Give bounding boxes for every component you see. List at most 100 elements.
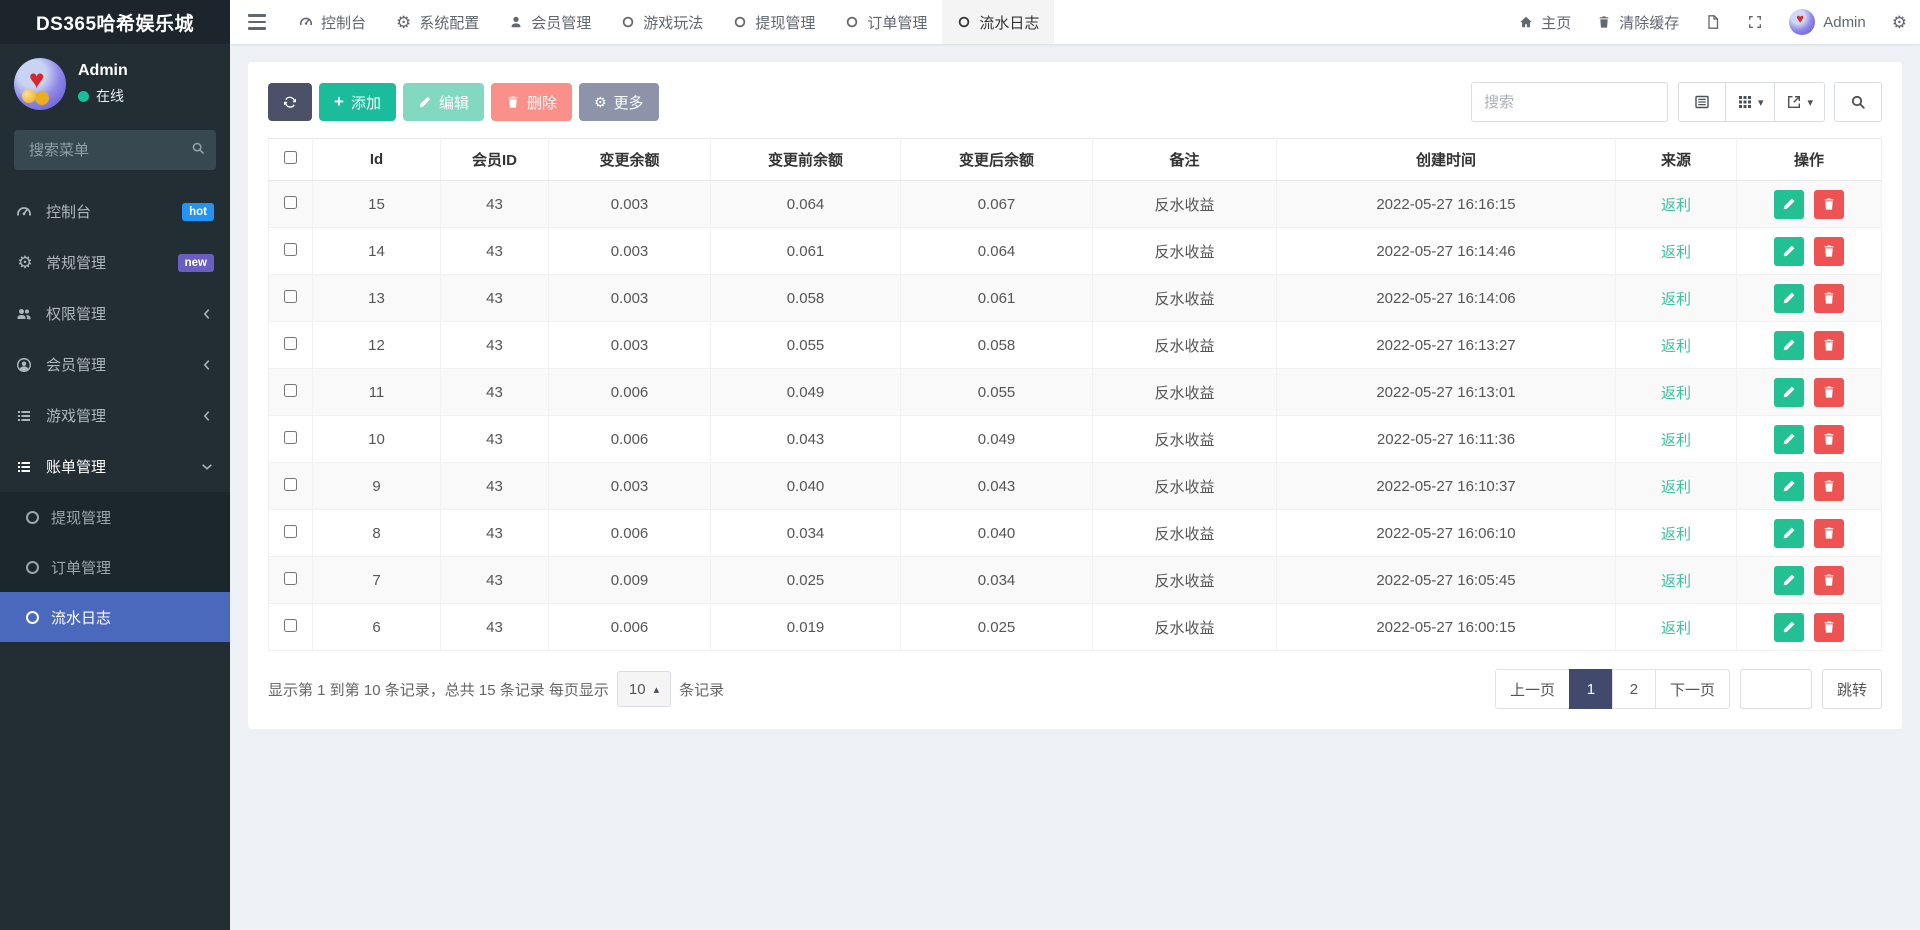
page-number[interactable]: 1 (1569, 669, 1613, 709)
edit-button[interactable]: 编辑 (403, 83, 484, 121)
row-checkbox-cell (269, 181, 313, 228)
row-edit-button[interactable] (1774, 425, 1804, 454)
columns-button[interactable]: ▾ (1725, 82, 1776, 122)
row-delete-button[interactable] (1814, 425, 1844, 454)
source-link[interactable]: 返利 (1661, 385, 1691, 402)
cell-created-at: 2022-05-27 16:16:15 (1277, 181, 1616, 228)
sidebar-item-orders[interactable]: 订单管理 (0, 542, 230, 592)
row-edit-button[interactable] (1774, 190, 1804, 219)
menu-search-input[interactable] (14, 130, 216, 170)
cell-actions (1737, 181, 1882, 228)
row-checkbox[interactable] (284, 290, 297, 303)
tab-dashboard[interactable]: 控制台 (284, 0, 381, 44)
cell-id: 13 (313, 275, 441, 322)
sidebar-item-permissions[interactable]: 权限管理 (0, 288, 230, 339)
row-delete-button[interactable] (1814, 472, 1844, 501)
row-checkbox[interactable] (284, 431, 297, 444)
hamburger-menu-icon[interactable] (230, 0, 284, 44)
sidebar-item-bills[interactable]: 账单管理 (0, 441, 230, 492)
source-link[interactable]: 返利 (1661, 479, 1691, 496)
source-link[interactable]: 返利 (1661, 620, 1691, 637)
user-icon (509, 15, 523, 29)
jump-button[interactable]: 跳转 (1822, 669, 1882, 709)
clear-cache-button[interactable]: 清除缓存 (1584, 0, 1692, 44)
cell-change-amount: 0.003 (549, 463, 711, 510)
source-link[interactable]: 返利 (1661, 526, 1691, 543)
row-delete-button[interactable] (1814, 378, 1844, 407)
row-edit-button[interactable] (1774, 613, 1804, 642)
sidebar-item-members[interactable]: 会员管理 (0, 339, 230, 390)
row-edit-button[interactable] (1774, 378, 1804, 407)
fullscreen-icon[interactable] (1734, 0, 1776, 44)
table-search-input[interactable] (1471, 82, 1668, 122)
row-delete-button[interactable] (1814, 613, 1844, 642)
row-delete-button[interactable] (1814, 519, 1844, 548)
delete-button[interactable]: 删除 (491, 83, 572, 121)
search-submit-button[interactable] (1834, 82, 1882, 122)
refresh-button[interactable] (268, 83, 312, 121)
cell-remark: 反水收益 (1093, 275, 1277, 322)
row-edit-button[interactable] (1774, 472, 1804, 501)
row-checkbox[interactable] (284, 572, 297, 585)
page-size-select[interactable]: 10 ▴ (617, 671, 671, 707)
user-menu[interactable]: Admin (1776, 0, 1879, 44)
sidebar-item-dashboard[interactable]: 控制台 hot (0, 186, 230, 237)
cell-source: 返利 (1616, 557, 1737, 604)
source-link[interactable]: 返利 (1661, 244, 1691, 261)
row-delete-button[interactable] (1814, 284, 1844, 313)
cell-actions (1737, 228, 1882, 275)
row-checkbox[interactable] (284, 478, 297, 491)
row-checkbox[interactable] (284, 196, 297, 209)
row-delete-button[interactable] (1814, 331, 1844, 360)
row-delete-button[interactable] (1814, 566, 1844, 595)
row-edit-button[interactable] (1774, 519, 1804, 548)
toolbar: + 添加 编辑 删除 ⚙ 更多 (268, 82, 1882, 122)
row-edit-button[interactable] (1774, 566, 1804, 595)
row-checkbox[interactable] (284, 525, 297, 538)
cell-source: 返利 (1616, 463, 1737, 510)
detail-view-button[interactable] (1678, 82, 1726, 122)
cell-id: 15 (313, 181, 441, 228)
tab-system-config[interactable]: ⚙ 系统配置 (381, 0, 494, 44)
export-button[interactable]: ▾ (1774, 82, 1825, 122)
sidebar-item-withdrawals[interactable]: 提现管理 (0, 492, 230, 542)
sidebar-item-flow-log[interactable]: 流水日志 (0, 592, 230, 642)
row-edit-button[interactable] (1774, 331, 1804, 360)
source-link[interactable]: 返利 (1661, 432, 1691, 449)
jump-page-input[interactable] (1740, 669, 1812, 709)
add-button[interactable]: + 添加 (319, 83, 396, 121)
sidebar-submenu: 提现管理 订单管理 流水日志 (0, 492, 230, 642)
tab-members[interactable]: 会员管理 (494, 0, 606, 44)
table-row: 13 43 0.003 0.058 0.061 反水收益 2022-05-27 … (269, 275, 1882, 322)
source-link[interactable]: 返利 (1661, 197, 1691, 214)
home-button[interactable]: 主页 (1506, 0, 1584, 44)
row-checkbox[interactable] (284, 337, 297, 350)
select-all-checkbox[interactable] (284, 151, 297, 164)
row-checkbox[interactable] (284, 243, 297, 256)
source-link[interactable]: 返利 (1661, 338, 1691, 355)
page-number[interactable]: 2 (1612, 669, 1656, 709)
tab-game-play[interactable]: 游戏玩法 (606, 0, 718, 44)
row-delete-button[interactable] (1814, 237, 1844, 266)
settings-cogs-icon[interactable]: ⚙ (1879, 0, 1920, 44)
row-checkbox[interactable] (284, 384, 297, 397)
app-logo[interactable]: DS365哈希娱乐城 (0, 0, 230, 44)
document-icon[interactable] (1692, 0, 1734, 44)
source-link[interactable]: 返利 (1661, 291, 1691, 308)
page-next[interactable]: 下一页 (1655, 669, 1730, 709)
tab-flow-log[interactable]: 流水日志 (942, 0, 1054, 44)
row-checkbox[interactable] (284, 619, 297, 632)
more-button[interactable]: ⚙ 更多 (579, 83, 659, 121)
row-edit-button[interactable] (1774, 284, 1804, 313)
row-delete-button[interactable] (1814, 190, 1844, 219)
tab-orders[interactable]: 订单管理 (830, 0, 942, 44)
cell-created-at: 2022-05-27 16:13:27 (1277, 322, 1616, 369)
tab-withdrawals[interactable]: 提现管理 (718, 0, 830, 44)
row-checkbox-cell (269, 604, 313, 651)
sidebar-item-games[interactable]: 游戏管理 (0, 390, 230, 441)
page-prev[interactable]: 上一页 (1495, 669, 1570, 709)
sidebar-item-general[interactable]: ⚙ 常规管理 new (0, 237, 230, 288)
row-edit-button[interactable] (1774, 237, 1804, 266)
source-link[interactable]: 返利 (1661, 573, 1691, 590)
row-checkbox-cell (269, 463, 313, 510)
